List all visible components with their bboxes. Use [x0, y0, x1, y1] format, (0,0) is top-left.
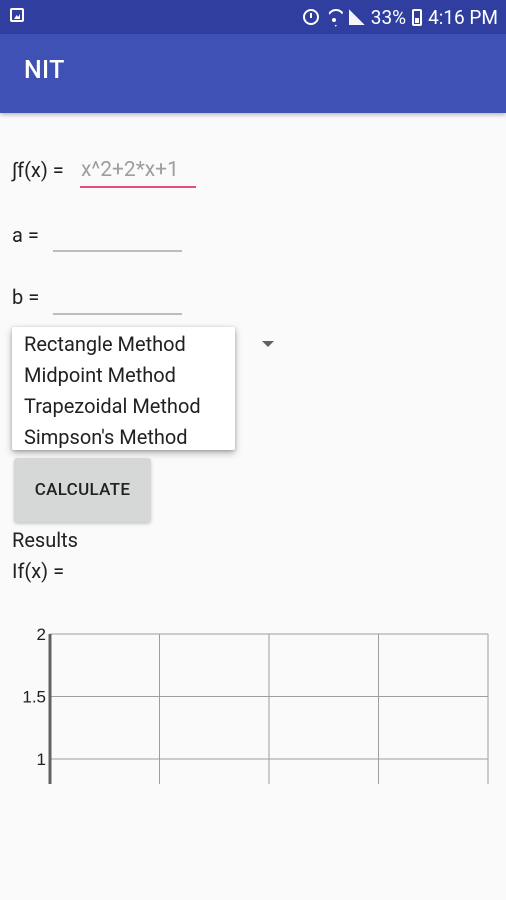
chevron-down-icon[interactable] [262, 341, 274, 347]
result-integral-label: If(x) = [12, 559, 65, 583]
method-dropdown-list: Rectangle Method Midpoint Method Trapezo… [12, 327, 235, 450]
gallery-notification-icon [10, 8, 24, 22]
y-tick-label: 1.5 [22, 688, 46, 707]
y-tick-label: 1 [37, 750, 46, 769]
function-input[interactable] [80, 154, 196, 186]
wifi-icon [325, 9, 343, 25]
graph-grid [48, 633, 489, 784]
alarm-icon [302, 9, 319, 25]
function-field-underline [80, 154, 196, 188]
method-option-trapezoidal[interactable]: Trapezoidal Method [12, 391, 235, 422]
method-option-simpson[interactable]: Simpson's Method [12, 422, 235, 453]
app-title: NIT [24, 56, 65, 85]
integral-label: ∫f(x) = [12, 158, 64, 182]
b-label: b = [12, 285, 40, 309]
calculate-button[interactable]: CALCULATE [14, 458, 151, 522]
battery-icon [412, 8, 423, 26]
b-field-underline [53, 281, 182, 315]
graph-y-ticks: 21.51 [22, 625, 46, 769]
y-tick-label: 2 [37, 625, 46, 644]
status-time: 4:16 PM [428, 5, 498, 29]
app-bar: NIT [0, 34, 506, 113]
method-option-rectangle[interactable]: Rectangle Method [12, 329, 235, 360]
a-field-underline [53, 218, 182, 252]
results-heading: Results [12, 528, 79, 552]
method-option-midpoint[interactable]: Midpoint Method [12, 360, 235, 391]
signal-icon [348, 9, 365, 25]
status-bar: 33% 4:16 PM [0, 0, 506, 34]
results-graph[interactable]: 21.51 [0, 620, 506, 790]
battery-percent: 33% [370, 5, 407, 29]
a-input[interactable] [53, 218, 182, 250]
a-label: a = [12, 223, 39, 247]
b-input[interactable] [53, 281, 182, 313]
